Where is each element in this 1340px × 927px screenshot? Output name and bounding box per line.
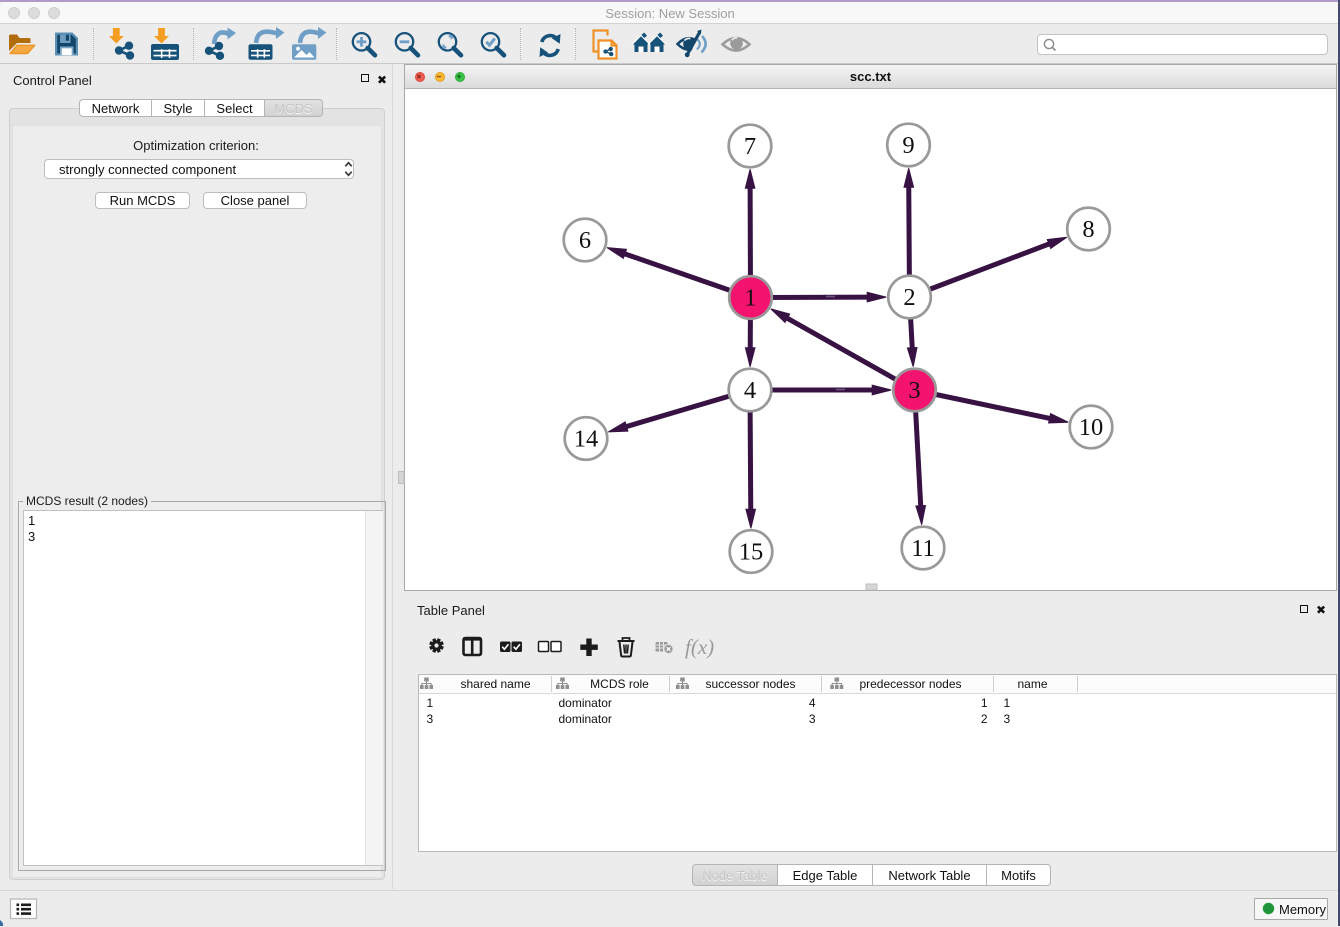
svg-text:f(x): f(x) [685, 635, 714, 659]
